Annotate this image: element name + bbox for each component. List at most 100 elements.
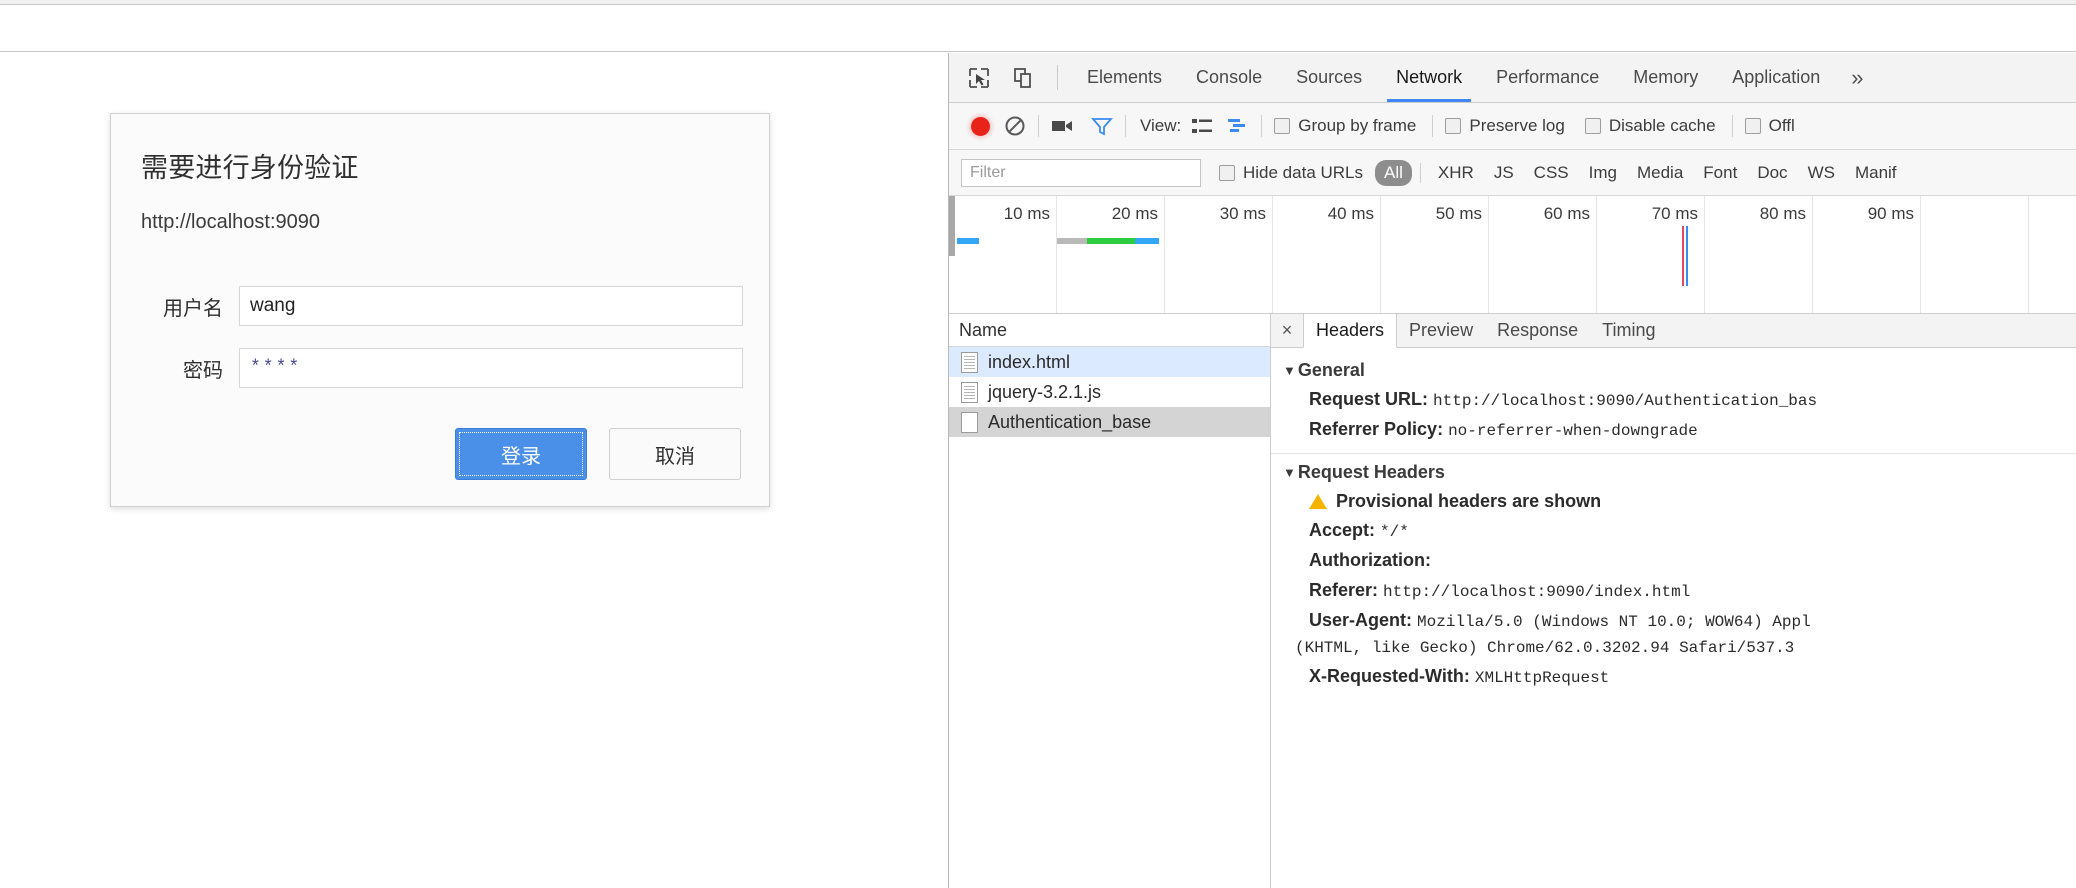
funnel-icon[interactable]	[1091, 116, 1113, 136]
tab-console[interactable]: Console	[1179, 53, 1279, 102]
password-row: 密码	[137, 348, 743, 388]
network-toolbar: View: Group by frame Preserve log Disabl…	[949, 103, 2076, 150]
blank-document-icon	[961, 411, 978, 433]
general-section-header[interactable]: ▼ General	[1283, 360, 2076, 381]
detail-tab-timing[interactable]: Timing	[1590, 314, 1667, 347]
tab-performance[interactable]: Performance	[1479, 53, 1616, 102]
clear-icon[interactable]	[1004, 115, 1026, 137]
general-title: General	[1297, 360, 1365, 380]
detail-tab-headers[interactable]: Headers	[1303, 314, 1398, 348]
login-button[interactable]: 登录	[455, 428, 587, 480]
filter-type-ws[interactable]: WS	[1799, 160, 1844, 186]
tab-application[interactable]: Application	[1715, 53, 1837, 102]
timeline-tick-label: 70 ms	[1651, 204, 1698, 223]
filter-type-js[interactable]: JS	[1485, 160, 1523, 186]
checkbox-box	[1445, 118, 1462, 134]
filter-type-manifest[interactable]: Manif	[1846, 160, 1906, 186]
filter-type-img[interactable]: Img	[1580, 160, 1626, 186]
timeline-gridline	[1272, 196, 1273, 313]
tab-memory[interactable]: Memory	[1616, 53, 1715, 102]
document-icon	[961, 351, 978, 373]
filter-input[interactable]	[961, 158, 1201, 187]
tab-elements[interactable]: Elements	[1070, 53, 1179, 102]
group-by-frame-label: Group by frame	[1298, 116, 1417, 135]
timeline-tick-label: 60 ms	[1543, 204, 1590, 223]
toolbar-divider-3	[1261, 115, 1263, 137]
devtools-tab-bar: Elements Console Sources Network Perform…	[949, 53, 2076, 103]
header-value: http://localhost:9090/index.html	[1383, 582, 1691, 601]
device-toolbar-icon[interactable]	[1001, 53, 1045, 102]
provisional-headers-warning: Provisional headers are shown	[1309, 487, 2076, 516]
timeline-tick-label: 10 ms	[1003, 204, 1050, 223]
detail-tab-preview[interactable]: Preview	[1397, 314, 1485, 347]
disable-cache-label: Disable cache	[1608, 116, 1716, 135]
header-row-authorization: Authorization:	[1309, 546, 2076, 576]
detail-tab-response[interactable]: Response	[1485, 314, 1590, 347]
timeline-gridline	[1380, 196, 1381, 313]
more-tabs-icon[interactable]: »	[1837, 53, 1877, 102]
request-row-authentication-base[interactable]: Authentication_base	[949, 407, 1270, 437]
timeline-tick-label: 90 ms	[1867, 204, 1914, 223]
header-name: Referer:	[1309, 579, 1379, 600]
tab-network[interactable]: Network	[1379, 53, 1479, 102]
document-icon	[961, 381, 978, 403]
preserve-log-checkbox[interactable]: Preserve log	[1445, 116, 1565, 136]
checkbox-box	[1584, 118, 1601, 134]
camera-icon[interactable]	[1051, 117, 1075, 135]
request-headers-section-header[interactable]: ▼ Request Headers	[1283, 462, 2076, 483]
timeline-scroll-handle[interactable]	[949, 196, 955, 256]
filter-type-xhr[interactable]: XHR	[1429, 160, 1483, 186]
tabbar-divider	[1057, 65, 1058, 90]
page-viewport: 需要进行身份验证 http://localhost:9090 用户名 密码 登录…	[0, 53, 947, 888]
credentials-form: 用户名 密码	[137, 286, 743, 388]
waterfall-view-icon[interactable]	[1227, 117, 1249, 135]
request-row-jquery[interactable]: jquery-3.2.1.js	[949, 377, 1270, 407]
header-name: User-Agent:	[1309, 609, 1413, 630]
username-label: 用户名	[163, 297, 223, 320]
group-by-frame-checkbox[interactable]: Group by frame	[1274, 116, 1416, 136]
hide-data-urls-checkbox[interactable]: Hide data URLs	[1219, 163, 1363, 183]
timeline-tick-label: 80 ms	[1759, 204, 1806, 223]
authentication-dialog: 需要进行身份验证 http://localhost:9090 用户名 密码 登录…	[110, 113, 770, 507]
user-agent-wrapped-line: (KHTML, like Gecko) Chrome/62.0.3202.94 …	[1295, 638, 1795, 657]
checkbox-box	[1219, 164, 1235, 181]
timeline-tick-label: 30 ms	[1219, 204, 1266, 223]
list-view-icon[interactable]	[1191, 117, 1213, 135]
timeline-gridline	[1920, 196, 1921, 313]
filter-type-media[interactable]: Media	[1628, 160, 1692, 186]
network-timeline-overview[interactable]: 10 ms 20 ms 30 ms 40 ms 50 ms 60 ms 70 m…	[949, 196, 2076, 314]
header-value: http://localhost:9090/Authentication_bas	[1433, 392, 1818, 410]
disable-cache-checkbox[interactable]: Disable cache	[1584, 116, 1716, 136]
password-input[interactable]	[239, 348, 743, 388]
timeline-gridline	[1812, 196, 1813, 313]
request-name: Authentication_base	[988, 411, 1152, 432]
timeline-tick-label: 20 ms	[1111, 204, 1158, 223]
request-detail-pane: × Headers Preview Response Timing ▼ Gener…	[1271, 314, 2076, 888]
record-icon[interactable]	[971, 116, 990, 136]
filter-type-font[interactable]: Font	[1694, 160, 1746, 186]
inspect-element-icon[interactable]	[957, 53, 1001, 102]
offline-label: Offl	[1768, 116, 1795, 135]
header-row-x-requested-with: X-Requested-With: XMLHttpRequest	[1309, 662, 2076, 692]
header-name: Authorization:	[1309, 549, 1431, 570]
detail-tab-bar: × Headers Preview Response Timing	[1271, 314, 2076, 348]
request-name: jquery-3.2.1.js	[988, 381, 1102, 402]
timeline-gridline	[1704, 196, 1705, 313]
filter-type-css[interactable]: CSS	[1525, 160, 1578, 186]
filter-type-all[interactable]: All	[1375, 159, 1412, 186]
close-icon[interactable]: ×	[1271, 314, 1303, 347]
request-row-index-html[interactable]: index.html	[949, 347, 1270, 377]
tab-sources[interactable]: Sources	[1279, 53, 1379, 102]
filter-type-doc[interactable]: Doc	[1748, 160, 1796, 186]
offline-checkbox[interactable]: Offl	[1744, 116, 1795, 136]
waterfall-bar-download	[1135, 238, 1159, 244]
cancel-button[interactable]: 取消	[609, 428, 741, 480]
username-input[interactable]	[239, 286, 743, 326]
caret-down-icon: ▼	[1283, 464, 1296, 480]
header-row-user-agent: User-Agent: Mozilla/5.0 (Windows NT 10.0…	[1309, 606, 2076, 636]
request-list-column-header[interactable]: Name	[949, 314, 1270, 347]
dom-content-loaded-line	[1682, 226, 1684, 286]
header-row-accept: Accept: */*	[1309, 516, 2076, 546]
checkbox-box	[1274, 118, 1291, 134]
dialog-origin-url: http://localhost:9090	[141, 211, 321, 233]
